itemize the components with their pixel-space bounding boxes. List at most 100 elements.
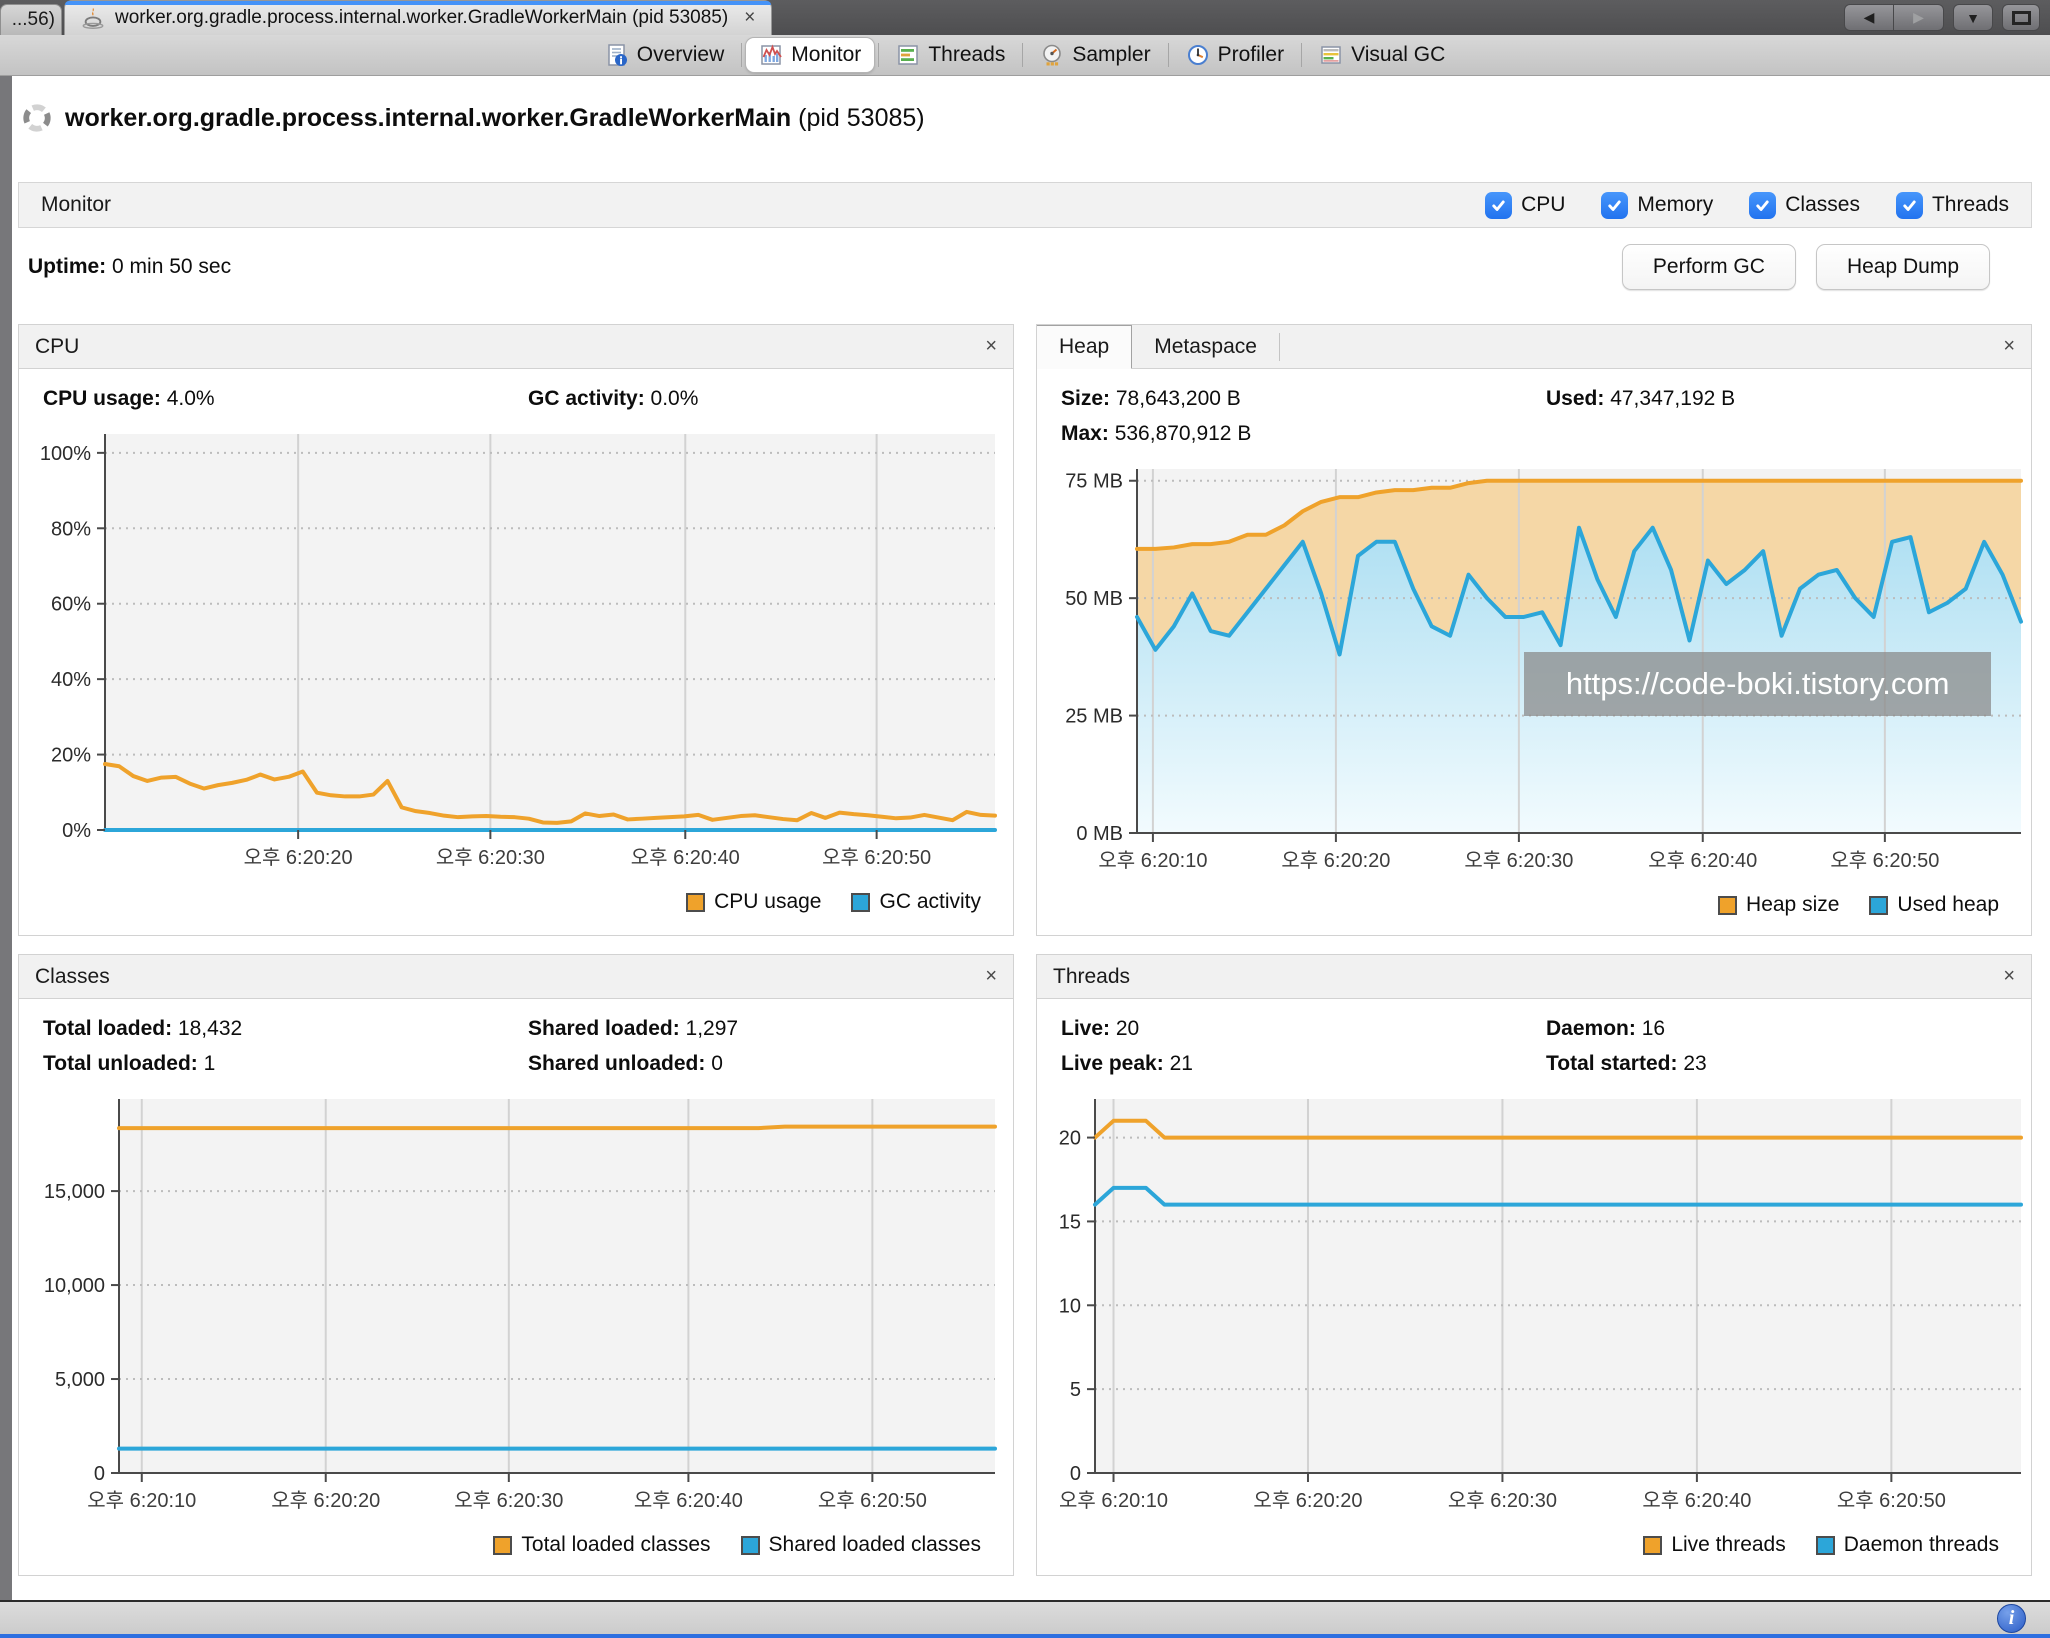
perform-gc-button[interactable]: Perform GC (1622, 244, 1796, 290)
threads-chart: 05101520오후 6:20:10오후 6:20:20오후 6:20:30오후… (1037, 1085, 2031, 1523)
legend-swatch (1869, 896, 1888, 915)
panel-title: Threads (1053, 965, 1130, 989)
classes-panel: Classes × Total loaded: 18,432 Total unl… (18, 954, 1014, 1576)
heap-chart: https://code-boki.tistory.com 0 MB25 MB5… (1037, 455, 2031, 883)
svg-text:오후 6:20:30: 오후 6:20:30 (454, 1489, 563, 1512)
svg-text:오후 6:20:40: 오후 6:20:40 (1648, 849, 1757, 872)
tab-label: Monitor (791, 43, 861, 67)
svg-text:0: 0 (94, 1463, 105, 1485)
info-icon[interactable]: i (1997, 1604, 2026, 1633)
tab-close-icon[interactable]: × (744, 7, 755, 29)
svg-text:오후 6:20:30: 오후 6:20:30 (1448, 1489, 1557, 1512)
checkbox-memory[interactable]: Memory (1601, 192, 1713, 219)
tab-threads[interactable]: Threads (883, 38, 1018, 72)
tab-overview[interactable]: Overview (592, 38, 738, 72)
process-title-row: worker.org.gradle.process.internal.worke… (18, 96, 2032, 140)
cpu-panel-header: CPU × (19, 325, 1013, 369)
maximize-icon (2012, 11, 2031, 25)
svg-text:오후 6:20:50: 오후 6:20:50 (822, 846, 931, 869)
checkbox-label: CPU (1521, 193, 1565, 217)
svg-text:15,000: 15,000 (44, 1181, 105, 1203)
checkbox-threads[interactable]: Threads (1896, 192, 2009, 219)
close-icon[interactable]: × (985, 965, 997, 988)
stat-live: Live: 20 (1061, 1011, 1546, 1046)
tab-metaspace[interactable]: Metaspace (1132, 325, 1279, 369)
legend-item: Daemon threads (1816, 1533, 1999, 1557)
close-icon[interactable]: × (2003, 335, 2015, 358)
toolbar-separator (1301, 43, 1302, 67)
legend-swatch (1816, 1536, 1835, 1555)
chevron-down-icon: ▼ (1966, 10, 1980, 26)
svg-text:오후 6:20:30: 오후 6:20:30 (436, 846, 545, 869)
heap-panel-header: Heap Metaspace × (1037, 325, 2031, 369)
stat-gc-activity: GC activity: 0.0% (528, 381, 1013, 416)
cpu-stats: CPU usage: 4.0% GC activity: 0.0% (19, 369, 1013, 420)
stat-heap-max: Max: 536,870,912 B (1061, 416, 1546, 451)
view-toolbar: Overview Monitor Threads Sampler Profile… (0, 35, 2050, 76)
svg-text:오후 6:20:10: 오후 6:20:10 (87, 1489, 196, 1512)
stat-shared-loaded: Shared loaded: 1,297 (528, 1011, 1013, 1046)
svg-text:20: 20 (1059, 1128, 1081, 1150)
svg-text:오후 6:20:50: 오후 6:20:50 (1837, 1489, 1946, 1512)
spinner-icon (22, 103, 52, 133)
overview-icon (605, 43, 629, 67)
legend-label: GC activity (879, 890, 981, 914)
legend-swatch (493, 1536, 512, 1555)
heap-dump-button[interactable]: Heap Dump (1816, 244, 1990, 290)
threads-panel-header: Threads × (1037, 955, 2031, 999)
legend-swatch (1718, 896, 1737, 915)
visualgc-icon (1319, 43, 1343, 67)
tab-label: Threads (928, 43, 1005, 67)
legend-swatch (741, 1536, 760, 1555)
status-bar: i (0, 1600, 2050, 1634)
metric-checkboxes: CPU Memory Classes Threads (1485, 192, 2009, 219)
close-icon[interactable]: × (985, 335, 997, 358)
checkbox-label: Memory (1637, 193, 1713, 217)
svg-text:80%: 80% (51, 518, 91, 540)
tab-profiler[interactable]: Profiler (1173, 38, 1298, 72)
legend-label: Used heap (1897, 893, 1999, 917)
threads-legend: Live threadsDaemon threads (1037, 1523, 2031, 1567)
legend-label: Total loaded classes (521, 1533, 710, 1557)
tab-label: Overview (637, 43, 725, 67)
heap-stats: Size: 78,643,200 B Max: 536,870,912 B Us… (1037, 369, 2031, 455)
legend-label: Shared loaded classes (769, 1533, 981, 1557)
svg-text:100%: 100% (40, 443, 91, 465)
background-window-tab[interactable]: ...56) (0, 4, 62, 35)
maximize-button[interactable] (2002, 4, 2040, 31)
legend-item: Used heap (1869, 893, 1999, 917)
stat-shared-unloaded: Shared unloaded: 0 (528, 1046, 1013, 1081)
svg-text:오후 6:20:40: 오후 6:20:40 (631, 846, 740, 869)
tab-sampler[interactable]: Sampler (1027, 38, 1163, 72)
svg-text:오후 6:20:40: 오후 6:20:40 (634, 1489, 743, 1512)
checkbox-cpu[interactable]: CPU (1485, 192, 1565, 219)
classes-legend: Total loaded classes Shared loaded classe… (19, 1523, 1013, 1567)
checkbox-classes[interactable]: Classes (1749, 192, 1860, 219)
window-tab-title: worker.org.gradle.process.internal.worke… (115, 7, 728, 29)
stat-total-started: Total started: 23 (1546, 1046, 2031, 1081)
svg-text:오후 6:20:20: 오후 6:20:20 (1281, 849, 1390, 872)
threads-stats: Live: 20 Live peak: 21 Daemon: 16 Total … (1037, 999, 2031, 1085)
stat-heap-used: Used: 47,347,192 B (1546, 381, 2031, 416)
uptime-value: 0 min 50 sec (112, 255, 231, 278)
checkbox-label: Classes (1785, 193, 1860, 217)
legend-label: CPU usage (714, 890, 821, 914)
checkbox-checked-icon (1485, 192, 1512, 219)
nav-forward-button[interactable]: ▶ (1894, 4, 1944, 31)
page-title-pid: (pid 53085) (791, 104, 924, 132)
gc-actions: Perform GC Heap Dump (1622, 244, 1990, 290)
svg-text:0: 0 (1070, 1463, 1081, 1485)
tab-visual-gc[interactable]: Visual GC (1306, 38, 1458, 72)
threads-panel: Threads × Live: 20 Live peak: 21 Daemon:… (1036, 954, 2032, 1576)
nav-dropdown-button[interactable]: ▼ (1953, 4, 1993, 31)
nav-back-button[interactable]: ◀ (1844, 4, 1894, 31)
svg-text:50 MB: 50 MB (1065, 588, 1123, 610)
legend-swatch (1643, 1536, 1662, 1555)
heap-legend: Heap sizeUsed heap (1037, 883, 2031, 927)
tab-monitor[interactable]: Monitor (746, 38, 874, 72)
tab-label: Profiler (1218, 43, 1285, 67)
tab-heap[interactable]: Heap (1037, 325, 1132, 369)
active-window-tab[interactable]: worker.org.gradle.process.internal.worke… (64, 0, 772, 35)
classes-stats: Total loaded: 18,432 Total unloaded: 1 S… (19, 999, 1013, 1085)
close-icon[interactable]: × (2003, 965, 2015, 988)
